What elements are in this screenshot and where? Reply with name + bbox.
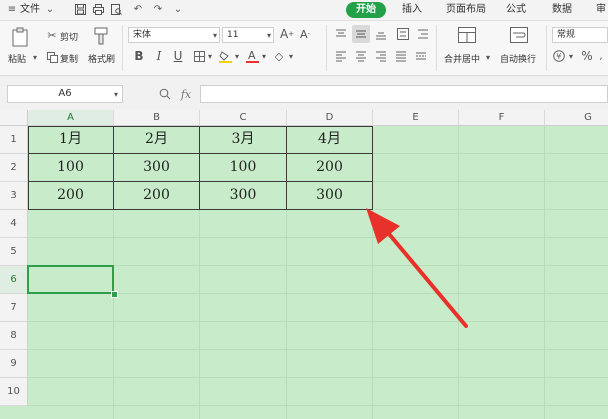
arrow-annotation xyxy=(366,208,468,328)
